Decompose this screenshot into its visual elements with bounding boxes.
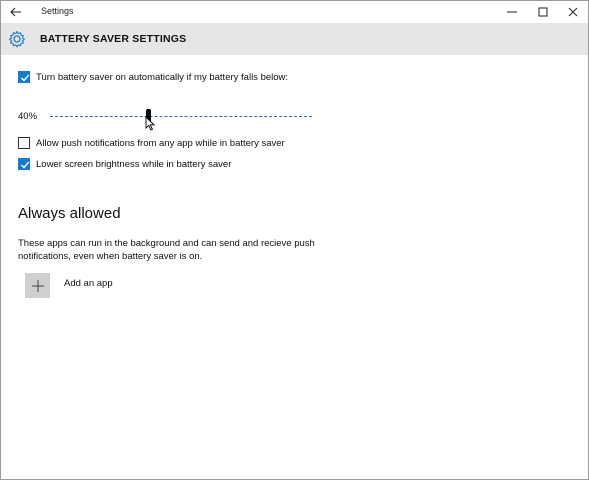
mouse-cursor-icon	[145, 116, 155, 131]
back-button[interactable]	[5, 2, 27, 22]
checkmark-icon	[21, 161, 30, 169]
plus-icon	[31, 279, 44, 292]
settings-window: Settings BATTERY SAVER SETTINGS Turn bat…	[0, 0, 589, 480]
close-icon	[568, 7, 578, 17]
arrow-left-icon	[10, 7, 21, 17]
always-allowed-description: These apps can run in the background and…	[18, 238, 315, 262]
page-header: BATTERY SAVER SETTINGS	[1, 23, 588, 55]
lower-brightness-checkbox[interactable]	[18, 158, 30, 170]
maximize-icon	[538, 7, 548, 17]
window-title: Settings	[41, 6, 74, 16]
page-title: BATTERY SAVER SETTINGS	[40, 33, 187, 45]
add-app-button[interactable]	[25, 273, 50, 298]
auto-battery-saver-label: Turn battery saver on automatically if m…	[36, 72, 289, 83]
lower-brightness-label: Lower screen brightness while in battery…	[36, 159, 232, 170]
threshold-slider-track[interactable]	[50, 116, 312, 117]
minimize-icon	[507, 11, 517, 13]
add-app-label[interactable]: Add an app	[64, 278, 113, 289]
gear-icon	[9, 30, 25, 48]
maximize-button[interactable]	[528, 1, 558, 23]
always-allowed-heading: Always allowed	[18, 205, 121, 222]
threshold-value: 40%	[18, 111, 38, 122]
checkmark-icon	[21, 74, 30, 82]
push-notifications-label: Allow push notifications from any app wh…	[36, 138, 285, 149]
push-notifications-checkbox[interactable]	[18, 137, 30, 149]
close-button[interactable]	[558, 1, 588, 23]
minimize-button[interactable]	[497, 1, 527, 23]
auto-battery-saver-checkbox[interactable]	[18, 71, 30, 83]
title-bar: Settings	[1, 1, 588, 23]
